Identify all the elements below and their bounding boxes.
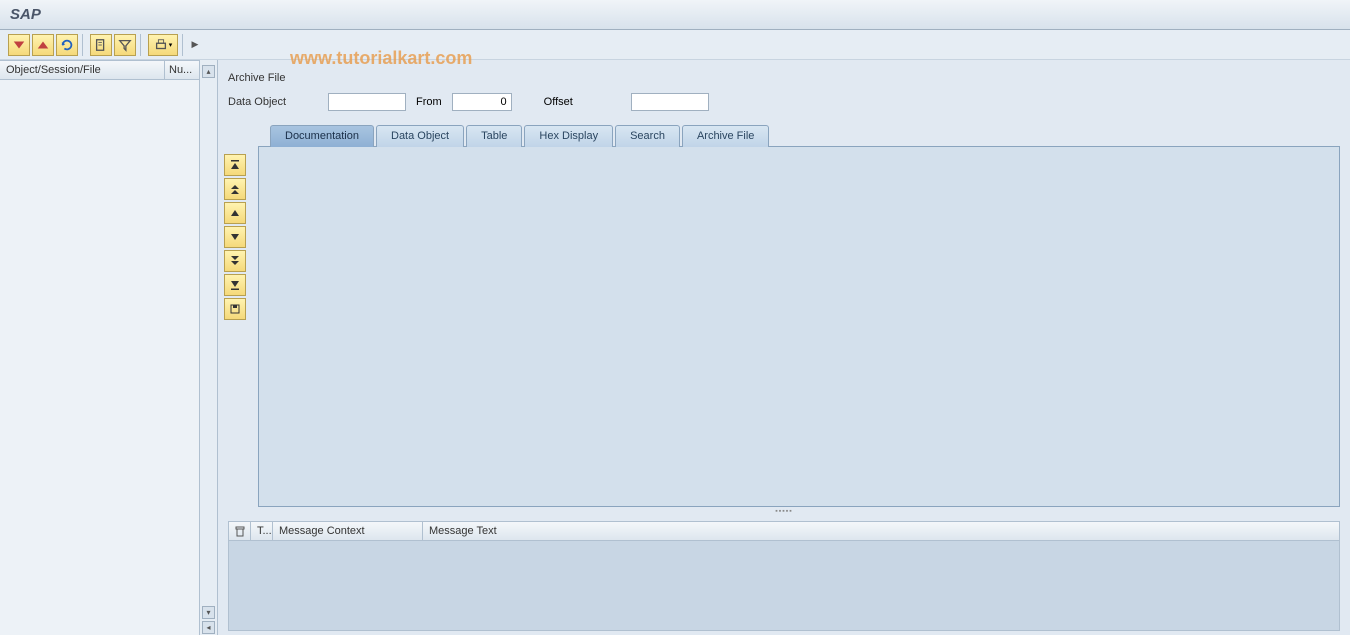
message-body[interactable]: [228, 541, 1340, 631]
tab-area: Documentation Data Object Table Hex Disp…: [258, 124, 1340, 507]
message-area: T... Message Context Message Text: [218, 515, 1350, 635]
tree-body[interactable]: [0, 80, 199, 635]
app-toolbar: ▾ ▶: [0, 30, 1350, 60]
tree-header: Object/Session/File Nu...: [0, 60, 199, 80]
tab-archive-file[interactable]: Archive File: [682, 125, 769, 147]
line-down-button[interactable]: [224, 226, 246, 248]
delete-message-button[interactable]: [229, 522, 251, 540]
collapse-all-button[interactable]: [32, 34, 54, 56]
vertical-nav-buttons: [224, 124, 252, 507]
expand-all-button[interactable]: [8, 34, 30, 56]
header-fields: Archive File Data Object From Offset: [218, 60, 1350, 114]
tab-table[interactable]: Table: [466, 125, 522, 147]
refresh-button[interactable]: [56, 34, 78, 56]
tree-col-number[interactable]: Nu...: [165, 61, 199, 79]
separator: [182, 34, 186, 56]
scroll-up-icon[interactable]: ▴: [202, 65, 215, 78]
last-page-button[interactable]: [224, 274, 246, 296]
tab-content-area: [258, 146, 1340, 507]
find-button[interactable]: [90, 34, 112, 56]
toolbar-more-icon[interactable]: ▶: [190, 34, 200, 56]
page-down-button[interactable]: [224, 250, 246, 272]
from-input[interactable]: [452, 93, 512, 111]
data-object-label: Data Object: [228, 96, 318, 108]
message-header: T... Message Context Message Text: [228, 521, 1340, 541]
navigation-tree: Object/Session/File Nu...: [0, 60, 200, 635]
title-bar: SAP: [0, 0, 1350, 30]
horizontal-splitter[interactable]: ▪▪▪▪▪: [218, 507, 1350, 515]
archive-file-label: Archive File: [228, 72, 318, 84]
offset-label: Offset: [544, 96, 573, 108]
msg-col-type[interactable]: T...: [251, 522, 273, 540]
line-up-button[interactable]: [224, 202, 246, 224]
main-area: Object/Session/File Nu... ▴ ▾ ◂ Archive …: [0, 60, 1350, 635]
separator: [140, 34, 144, 56]
tree-col-object[interactable]: Object/Session/File: [0, 61, 165, 79]
tab-data-object[interactable]: Data Object: [376, 125, 464, 147]
scroll-left-icon[interactable]: ◂: [202, 621, 215, 634]
scroll-down-icon[interactable]: ▾: [202, 606, 215, 619]
save-button[interactable]: [224, 298, 246, 320]
separator: [82, 34, 86, 56]
page-up-button[interactable]: [224, 178, 246, 200]
tab-documentation[interactable]: Documentation: [270, 125, 374, 147]
vertical-splitter[interactable]: ▴ ▾ ◂: [200, 60, 218, 635]
content-row: Documentation Data Object Table Hex Disp…: [218, 114, 1350, 507]
data-object-input[interactable]: [328, 93, 406, 111]
print-button[interactable]: ▾: [148, 34, 178, 56]
content-panel: Archive File Data Object From Offset: [218, 60, 1350, 635]
tab-strip: Documentation Data Object Table Hex Disp…: [258, 124, 1340, 146]
offset-input[interactable]: [631, 93, 709, 111]
first-page-button[interactable]: [224, 154, 246, 176]
msg-col-text[interactable]: Message Text: [423, 522, 1339, 540]
from-label: From: [416, 96, 442, 108]
app-title: SAP: [10, 6, 41, 23]
filter-button[interactable]: [114, 34, 136, 56]
msg-col-context[interactable]: Message Context: [273, 522, 423, 540]
tab-search[interactable]: Search: [615, 125, 680, 147]
tab-hex-display[interactable]: Hex Display: [524, 125, 613, 147]
